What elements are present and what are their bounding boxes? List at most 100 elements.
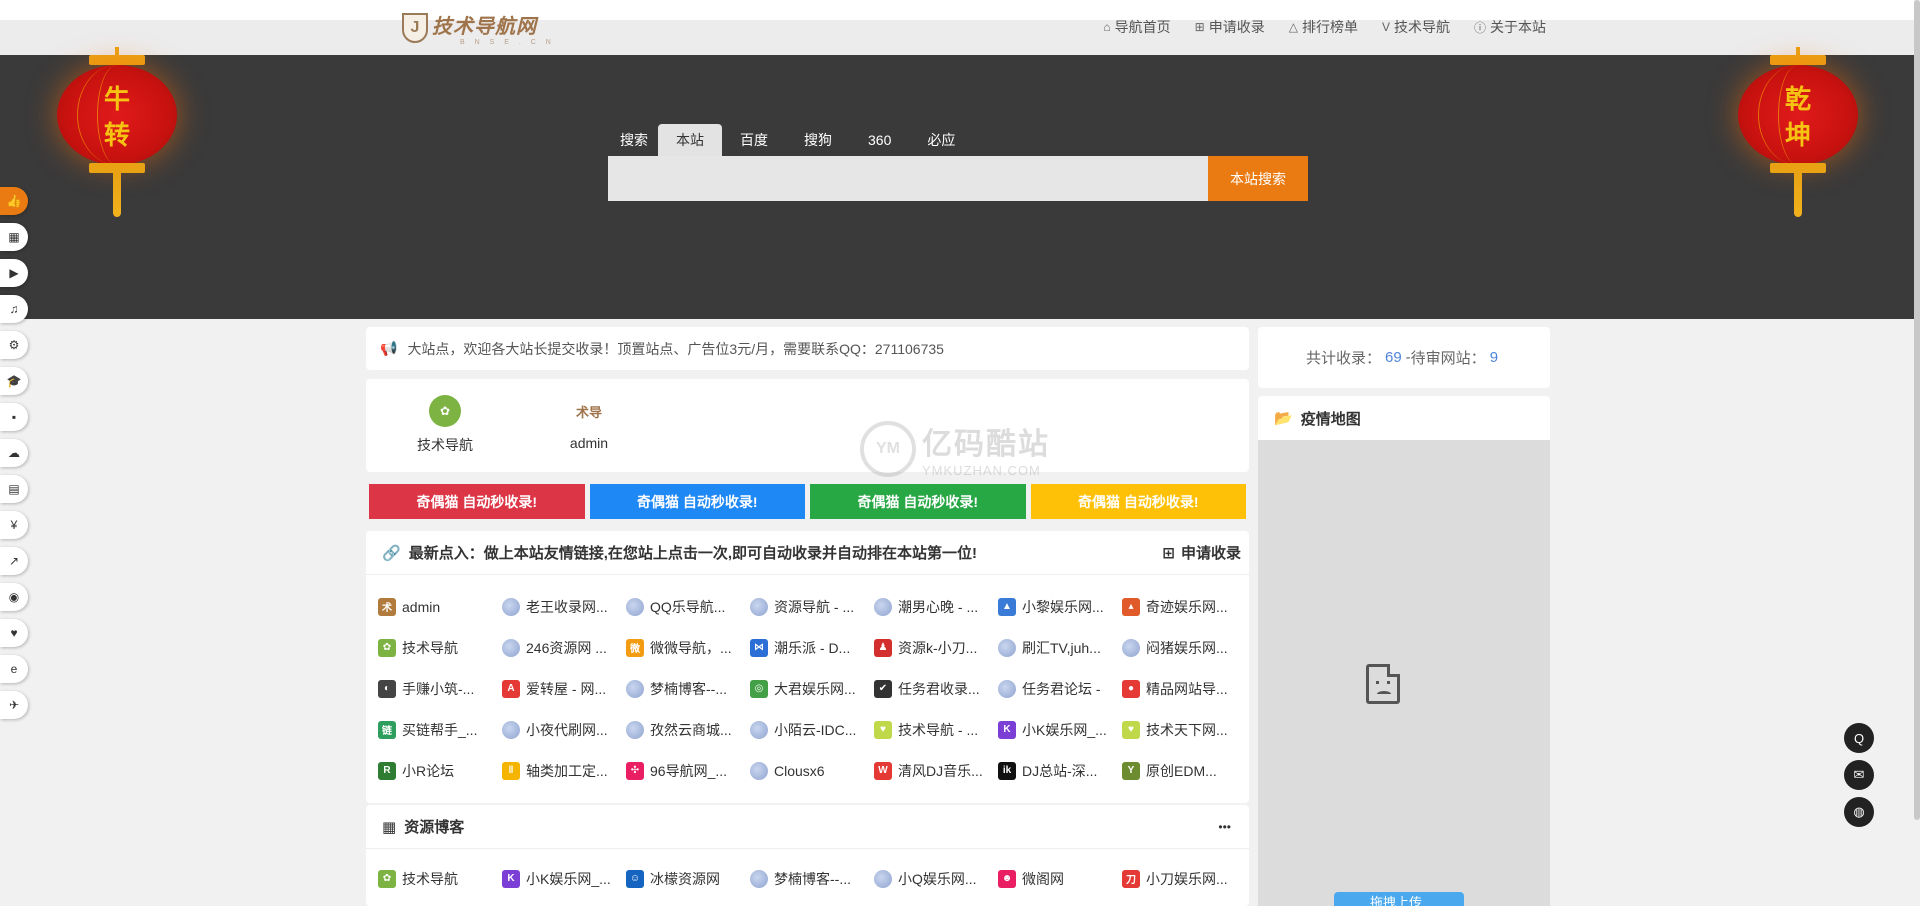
link-item[interactable]: 潮男心晚 - ... (874, 586, 998, 627)
heartbeat-icon[interactable]: ♥ (0, 619, 28, 647)
edge-icon[interactable]: e (0, 655, 28, 683)
link-label: admin (402, 598, 441, 615)
scrollbar-thumb[interactable] (1914, 0, 1920, 820)
link-item[interactable]: ◐ 手赚小筑-... (378, 668, 502, 709)
link-item[interactable]: ♥ 技术天下网... (1122, 709, 1246, 750)
thumbs-up-icon[interactable]: 👍 (0, 187, 28, 215)
ad-banner-1[interactable]: 奇偶猫 自动秒收录! (589, 484, 805, 519)
link-item[interactable]: A 爱转屋 - 网... (502, 668, 626, 709)
link-item[interactable]: 术 admin (378, 586, 502, 627)
link-item[interactable]: 刷汇TV,juh... (998, 627, 1122, 668)
link-label: 96导航网_... (650, 762, 728, 779)
link-item[interactable]: 微微微导航，... (626, 627, 750, 668)
link-item[interactable]: 资源导航 - ... (750, 586, 874, 627)
link-item[interactable]: K 小K娱乐网_... (998, 709, 1122, 750)
link-item[interactable]: ♟ 资源k-小刀... (874, 627, 998, 668)
stats-card: 共计收录： 69 - 待审网站： 9 (1258, 327, 1550, 388)
link-item[interactable]: QQ乐导航... (626, 586, 750, 627)
link-item[interactable]: Y 原创EDM... (1122, 750, 1246, 791)
link-item[interactable]: 梦楠博客--... (626, 668, 750, 709)
link-item[interactable]: ✔ 任务君收录... (874, 668, 998, 709)
bicycle-icon[interactable]: ⚙ (0, 331, 28, 359)
link-item[interactable]: 梦楠博客--... (750, 858, 874, 899)
cloud-icon[interactable]: ☁ (0, 439, 28, 467)
wechat-icon[interactable]: ◍ (1844, 797, 1874, 827)
yen-icon[interactable]: ¥ (0, 511, 28, 539)
link-item[interactable]: R 小R论坛 (378, 750, 502, 791)
site-favicon-icon: ◐ (378, 679, 396, 698)
nav-item-1[interactable]: ⊞ 申请收录 (1195, 17, 1265, 37)
search-input[interactable] (608, 156, 1208, 201)
link-item[interactable]: 246资源网 ... (502, 627, 626, 668)
search-tab-3[interactable]: 搜狗 (786, 124, 850, 156)
page-scrollbar[interactable] (1914, 0, 1920, 906)
link-item[interactable]: ‖ 轴类加工定... (502, 750, 626, 791)
link-item[interactable]: 刀小刀娱乐网... (1122, 858, 1246, 899)
link-item[interactable]: 孜然云商城... (626, 709, 750, 750)
ad-banner-0[interactable]: 奇偶猫 自动秒收录! (369, 484, 585, 519)
watermark-logo-icon: YM (860, 420, 916, 477)
link-label: 小K娱乐网_... (1022, 721, 1107, 738)
logo-subtitle: B N S E . C N (460, 39, 555, 46)
file-icon[interactable]: ▤ (0, 475, 28, 503)
mail-icon[interactable]: ✉ (1844, 760, 1874, 790)
link-item[interactable]: ✿ 技术导航 (378, 858, 502, 899)
drag-upload-button[interactable]: 拖拽上传 (1334, 892, 1464, 906)
nav-item-4[interactable]: ⓘ 关于本站 (1474, 17, 1546, 37)
search-tab-1[interactable]: 本站 (658, 124, 722, 156)
link-item[interactable]: 链买链帮手_... (378, 709, 502, 750)
lantern-left-char-2: 转 (103, 121, 130, 151)
link-item[interactable]: 小陌云-IDC... (750, 709, 874, 750)
ranking-icon: △ (1288, 20, 1298, 34)
recommended-site-item[interactable]: 术导 admin (544, 395, 634, 451)
site-logo[interactable]: J 技术导航网 B N S E . C N (402, 10, 555, 46)
ad-banner-2[interactable]: 奇偶猫 自动秒收录! (810, 484, 1026, 519)
link-label: 技术导航 (402, 870, 458, 887)
link-item[interactable]: 任务君论坛 - (998, 668, 1122, 709)
link-item[interactable]: 闷猪娱乐网... (1122, 627, 1246, 668)
site-favicon-icon: 术导 (573, 395, 605, 427)
link-item[interactable]: ☻ 微阁网 (998, 858, 1122, 899)
search-tab-4[interactable]: 360 (850, 124, 909, 156)
link-item[interactable]: 老王收录网... (502, 586, 626, 627)
link-item[interactable]: ◎ 大君娱乐网... (750, 668, 874, 709)
link-item[interactable]: 小夜代刷网... (502, 709, 626, 750)
graduation-cap-icon[interactable]: 🎓 (0, 367, 28, 395)
chart-line-icon[interactable]: ↗ (0, 547, 28, 575)
link-item[interactable]: ▲ 小黎娱乐网... (998, 586, 1122, 627)
paper-plane-icon[interactable]: ✈ (0, 691, 28, 719)
nav-item-2[interactable]: △ 排行榜单 (1289, 17, 1358, 37)
nav-item-0[interactable]: ⌂ 导航首页 (1103, 17, 1170, 37)
music-icon[interactable]: ♫ (0, 295, 28, 323)
link-item[interactable]: W 清风DJ音乐... (874, 750, 998, 791)
youtube-icon[interactable]: ▶ (0, 259, 28, 287)
link-item[interactable]: ✿ 技术导航 (378, 627, 502, 668)
nav-item-3[interactable]: V 技术导航 (1382, 17, 1450, 37)
compass-icon[interactable]: ◉ (0, 583, 28, 611)
link-item[interactable]: ✣ 96导航网_... (626, 750, 750, 791)
store-icon[interactable]: ▦ (0, 223, 28, 251)
site-favicon-icon: W (874, 761, 892, 780)
recommended-site-item[interactable]: ✿ 技术导航 (400, 395, 490, 455)
link-item[interactable]: ik DJ总站-深... (998, 750, 1122, 791)
link-item[interactable]: ⋈ 潮乐派 - D... (750, 627, 874, 668)
grid-icon[interactable]: ▪ (0, 403, 28, 431)
qq-icon[interactable]: Q (1844, 723, 1874, 753)
site-search-button[interactable]: 本站搜索 (1208, 156, 1308, 201)
more-button[interactable]: ••• (1218, 820, 1231, 834)
link-item[interactable]: ☺ 冰檬资源网 (626, 858, 750, 899)
link-item[interactable]: ♥ 技术导航 - ... (874, 709, 998, 750)
link-item[interactable]: ● 精品网站导... (1122, 668, 1246, 709)
apply-inclusion-button[interactable]: ⊞ 申请收录 (1162, 542, 1241, 563)
link-item[interactable]: 小Q娱乐网... (874, 858, 998, 899)
link-item[interactable]: ▴ 奇迹娱乐网... (1122, 586, 1246, 627)
search-tab-5[interactable]: 必应 (909, 124, 973, 156)
ad-banner-3[interactable]: 奇偶猫 自动秒收录! (1030, 484, 1246, 519)
link-item[interactable]: Clousx6 (750, 750, 874, 791)
link-label: 微微导航，... (650, 639, 732, 656)
link-item[interactable]: K 小K娱乐网_... (502, 858, 626, 899)
search-tab-2[interactable]: 百度 (722, 124, 786, 156)
site-favicon-icon: ✿ (378, 869, 396, 888)
stats-pending-value: 9 (1489, 349, 1499, 366)
folder-open-icon: 📂 (1274, 410, 1293, 427)
